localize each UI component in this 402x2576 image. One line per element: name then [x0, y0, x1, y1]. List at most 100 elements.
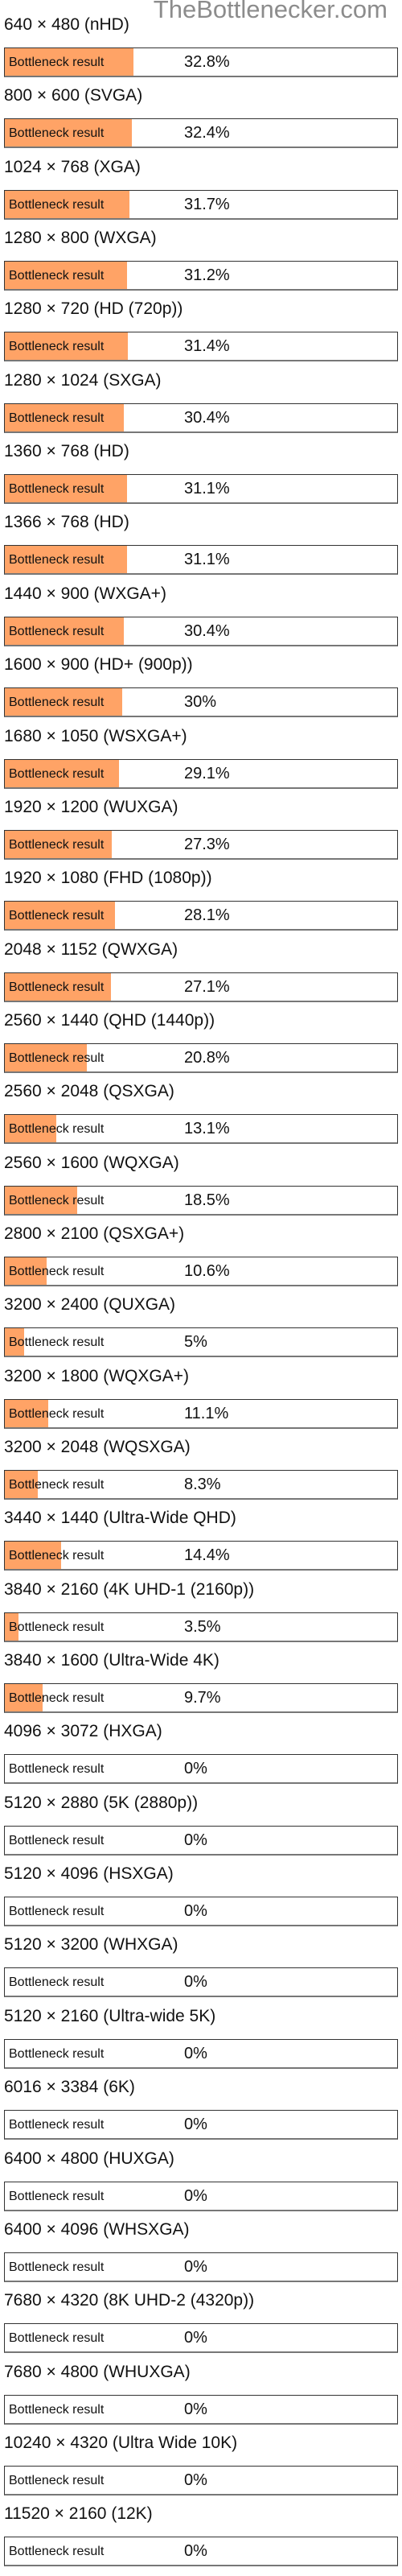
resolution-label: 3200 × 2048 (WQSXGA) — [4, 1438, 191, 1456]
bar-caption: Bottleneck result — [9, 2046, 105, 2061]
resolution-label: 3200 × 1800 (WQXGA+) — [4, 1366, 189, 1385]
resolution-label: 5120 × 2160 (Ultra-wide 5K) — [4, 2006, 216, 2025]
result-row: 1360 × 768 (HD) Bottleneck result 31.1% — [0, 427, 402, 505]
bar-caption: Bottleneck result — [9, 766, 105, 781]
bar-value-label: 32.4% — [184, 124, 230, 142]
result-row: 3200 × 1800 (WQXGA+) Bottleneck result 11.… — [0, 1352, 402, 1429]
bar-value-label: 20.8% — [184, 1048, 230, 1067]
bar-value-label: 11.1% — [184, 1404, 229, 1422]
result-row: 3840 × 2160 (4K UHD-1 (2160p)) Bottleneck… — [0, 1565, 402, 1642]
result-row: 1280 × 720 (HD (720p)) Bottleneck result 3… — [0, 284, 402, 362]
bar-value-label: 0% — [184, 2329, 207, 2347]
result-row: 5120 × 2160 (Ultra-wide 5K) Bottleneck re… — [0, 1992, 402, 2069]
bar-caption: Bottleneck result — [9, 1264, 105, 1278]
resolution-label: 640 × 480 (nHD) — [4, 15, 129, 34]
resolution-label: 7680 × 4800 (WHUXGA) — [4, 2362, 191, 2381]
result-row: 1680 × 1050 (WSXGA+) Bottleneck result 29.… — [0, 712, 402, 789]
result-row: 7680 × 4320 (8K UHD-2 (4320p)) Bottleneck… — [0, 2276, 402, 2354]
bar-caption: Bottleneck result — [9, 1051, 105, 1065]
bar-value-label: 5% — [184, 1333, 207, 1352]
resolution-label: 2048 × 1152 (QWXGA) — [4, 939, 178, 959]
bar-caption: Bottleneck result — [9, 1478, 105, 1492]
result-row: 4096 × 3072 (HXGA) Bottleneck result 0% — [0, 1707, 402, 1785]
resolution-label: 1280 × 1024 (SXGA) — [4, 370, 162, 390]
resolution-label: 2560 × 2048 (QSXGA) — [4, 1082, 174, 1101]
bar-value-label: 31.4% — [184, 337, 230, 356]
result-row: 5120 × 3200 (WHXGA) Bottleneck result 0% — [0, 1920, 402, 1998]
bar-value-label: 0% — [184, 2257, 207, 2276]
resolution-label: 3440 × 1440 (Ultra-Wide QHD) — [4, 1509, 236, 1528]
bar-value-label: 30% — [184, 693, 217, 712]
bar-value-label: 30.4% — [184, 621, 230, 640]
resolution-label: 800 × 600 (SVGA) — [4, 86, 143, 105]
bar-value-label: 0% — [184, 2186, 207, 2205]
bar-caption: Bottleneck result — [9, 197, 105, 212]
resolution-label: 4096 × 3072 (HXGA) — [4, 1722, 162, 1741]
result-row: 1440 × 900 (WXGA+) Bottleneck result 30.4% — [0, 569, 402, 646]
bar-value-label: 0% — [184, 1760, 207, 1778]
bar-value-label: 14.4% — [184, 1546, 230, 1565]
bar-caption: Bottleneck result — [9, 126, 105, 141]
bar-value-label: 0% — [184, 1831, 207, 1849]
result-row: 800 × 600 (SVGA) Bottleneck result 32.4% — [0, 71, 402, 149]
resolution-label: 1920 × 1200 (WUXGA) — [4, 797, 178, 816]
bar-value-label: 0% — [184, 2400, 207, 2418]
result-row: 1280 × 1024 (SXGA) Bottleneck result 30.4% — [0, 356, 402, 433]
bar-value-label: 10.6% — [184, 1261, 230, 1280]
resolution-label: 5120 × 3200 (WHXGA) — [4, 1935, 178, 1955]
result-row: 2800 × 2100 (QSXGA+) Bottleneck result 10.… — [0, 1209, 402, 1286]
bar-caption: Bottleneck result — [9, 1691, 105, 1706]
bar-caption: Bottleneck result — [9, 1905, 105, 1919]
bar-value-label: 32.8% — [184, 53, 230, 71]
bar-value-label: 0% — [184, 2542, 207, 2561]
bar-caption: Bottleneck result — [9, 269, 105, 283]
bottleneck-bar: Bottleneck result 0% — [4, 2537, 398, 2567]
result-row: 5120 × 2880 (5K (2880p)) Bottleneck resul… — [0, 1778, 402, 1856]
bar-caption: Bottleneck result — [9, 553, 105, 568]
result-row: 2048 × 1152 (QWXGA) Bottleneck result 27.1… — [0, 925, 402, 1002]
resolution-label: 7680 × 4320 (8K UHD-2 (4320p)) — [4, 2291, 255, 2310]
result-row: 1920 × 1200 (WUXGA) Bottleneck result 27.3… — [0, 782, 402, 860]
result-row: 11520 × 2160 (12K) Bottleneck result 0% — [0, 2489, 402, 2567]
bar-caption: Bottleneck result — [9, 1620, 105, 1634]
result-row: 10240 × 4320 (Ultra Wide 10K) Bottleneck … — [0, 2418, 402, 2496]
bar-caption: Bottleneck result — [9, 482, 105, 497]
resolution-label: 2800 × 2100 (QSXGA+) — [4, 1224, 185, 1243]
result-row: 3200 × 2048 (WQSXGA) Bottleneck result 8.3… — [0, 1422, 402, 1500]
result-row: 6400 × 4800 (HUXGA) Bottleneck result 0% — [0, 2134, 402, 2211]
resolution-label: 1280 × 800 (WXGA) — [4, 229, 157, 248]
bar-caption: Bottleneck result — [9, 624, 105, 638]
bar-caption: Bottleneck result — [9, 340, 105, 354]
bar-value-label: 0% — [184, 2116, 207, 2134]
resolution-label: 1680 × 1050 (WSXGA+) — [4, 726, 187, 745]
resolution-label: 6400 × 4096 (WHSXGA) — [4, 2219, 190, 2239]
bar-value-label: 0% — [184, 1902, 207, 1921]
bar-caption: Bottleneck result — [9, 1549, 105, 1563]
resolution-label: 3840 × 1600 (Ultra-Wide 4K) — [4, 1651, 219, 1670]
bar-value-label: 30.4% — [184, 408, 230, 427]
bar-caption: Bottleneck result — [9, 2402, 105, 2417]
resolution-label: 10240 × 4320 (Ultra Wide 10K) — [4, 2433, 238, 2452]
bar-value-label: 27.1% — [184, 977, 230, 996]
bar-value-label: 9.7% — [184, 1689, 221, 1707]
bar-value-label: 28.1% — [184, 906, 230, 925]
resolution-label: 1920 × 1080 (FHD (1080p)) — [4, 869, 212, 888]
bar-caption: Bottleneck result — [9, 2260, 105, 2274]
result-row: 7680 × 4800 (WHUXGA) Bottleneck result 0% — [0, 2347, 402, 2425]
resolution-label: 1440 × 900 (WXGA+) — [4, 584, 166, 603]
bar-value-label: 8.3% — [184, 1476, 221, 1493]
bar-caption: Bottleneck result — [9, 1975, 105, 1990]
bar-caption: Bottleneck result — [9, 2189, 105, 2203]
resolution-label: 11520 × 2160 (12K) — [4, 2504, 153, 2524]
bar-value-label: 0% — [184, 2044, 207, 2062]
resolution-label: 3840 × 2160 (4K UHD-1 (2160p)) — [4, 1579, 255, 1599]
resolution-label: 5120 × 2880 (5K (2880p)) — [4, 1793, 199, 1812]
result-row: 1280 × 800 (WXGA) Bottleneck result 31.2% — [0, 213, 402, 291]
bar-caption: Bottleneck result — [9, 1762, 105, 1777]
bar-caption: Bottleneck result — [9, 1193, 105, 1208]
resolution-label: 5120 × 4096 (HSXGA) — [4, 1864, 174, 1884]
bar-caption: Bottleneck result — [9, 2118, 105, 2132]
resolution-label: 1366 × 768 (HD) — [4, 513, 129, 532]
result-row: 3440 × 1440 (Ultra-Wide QHD) Bottleneck r… — [0, 1493, 402, 1571]
result-row: 2560 × 1440 (QHD (1440p)) Bottleneck resu… — [0, 996, 402, 1073]
